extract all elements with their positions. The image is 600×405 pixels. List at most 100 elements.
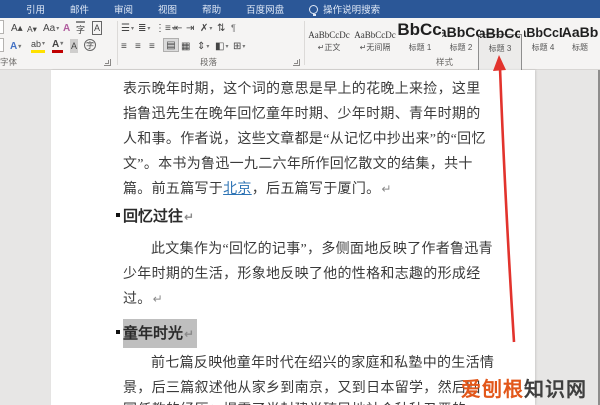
- font-size-box-partial[interactable]: [0, 20, 4, 34]
- heading-bullet: [116, 213, 120, 217]
- body-line: 指鲁迅先生在晚年回忆童年时期、少年时期、青年时期的: [123, 107, 481, 122]
- shrink-font-button[interactable]: A▾: [27, 22, 37, 36]
- align-center-button[interactable]: ≡: [135, 39, 141, 53]
- left-cut-control[interactable]: [0, 38, 4, 52]
- paragraph-mark: ↵: [152, 292, 163, 306]
- tab-references[interactable]: 引用: [26, 2, 45, 16]
- style-label: 标题 2: [449, 43, 473, 52]
- ribbon-tab-bar: 引用 邮件 审阅 视图 帮助 百度网盘 操作说明搜索: [0, 0, 600, 18]
- style-label: ↵正文: [317, 43, 341, 52]
- show-formatting-marks-button[interactable]: ¶: [231, 21, 236, 35]
- grow-font-button[interactable]: A▴: [11, 21, 23, 35]
- style-preview: AaBb: [562, 24, 598, 40]
- body-line: 文”。本书为鲁迅一九二六年所作回忆散文的结集，共十: [123, 157, 473, 172]
- body-text: 篇。前五篇写于: [123, 182, 224, 197]
- paragraph-mark: ↵: [184, 210, 195, 224]
- tab-help[interactable]: 帮助: [202, 2, 221, 16]
- align-right-button[interactable]: ≡: [149, 39, 155, 53]
- numbering-button[interactable]: ≣ ▾: [138, 21, 150, 35]
- sort-button[interactable]: ⇅: [217, 21, 225, 35]
- enclose-characters-button[interactable]: 字: [84, 39, 96, 51]
- body-line: 此文集作为“回忆的记事”，多侧面地反映了作者鲁迅青: [151, 242, 493, 257]
- body-line: 人和事。作者说，这些文章都是“从记忆中抄出来”的“回忆: [123, 132, 486, 147]
- group-divider: [117, 21, 118, 65]
- justify-button[interactable]: ▤: [163, 38, 179, 52]
- pinyin-guide-button[interactable]: 字: [76, 21, 86, 35]
- paragraph-mark: ↵: [381, 182, 392, 196]
- style-label: 标题 4: [531, 43, 555, 52]
- style-heading-1[interactable]: AaBbCcDd 标题 1: [398, 18, 442, 54]
- word-window: 引用 邮件 审阅 视图 帮助 百度网盘 操作说明搜索 A▴ A▾ Aa ▾ A 字…: [0, 0, 600, 405]
- bullets-button[interactable]: ☰ ▾: [121, 21, 134, 35]
- borders-button[interactable]: ⊞ ▾: [233, 39, 245, 53]
- tab-review[interactable]: 审阅: [114, 2, 133, 16]
- lightbulb-icon: [309, 4, 319, 16]
- style-preview: AaBbCcDc: [308, 30, 350, 40]
- asian-layout-button[interactable]: ✗ ▾: [200, 21, 212, 35]
- style-heading-4[interactable]: AaBbCcDd 标题 4: [524, 18, 562, 54]
- body-line-clipped: 国任教的经历；揭露了半封建半殖民地社会种种丑恶的: [123, 399, 466, 405]
- body-line: 过。↵: [123, 292, 163, 307]
- group-divider: [304, 21, 305, 65]
- chevron-down-icon: ▾: [60, 41, 64, 47]
- increase-indent-button[interactable]: ⇥: [186, 21, 194, 35]
- paragraph-mark: ↵: [184, 327, 195, 341]
- character-shading-button[interactable]: A: [70, 39, 79, 53]
- font-dialog-launcher[interactable]: [104, 59, 111, 66]
- tab-view[interactable]: 视图: [158, 2, 177, 16]
- multilevel-list-button[interactable]: ⋮≡ ▾: [155, 21, 175, 35]
- distributed-button[interactable]: ▦: [181, 39, 190, 53]
- ribbon: A▴ A▾ Aa ▾ A 字 A A ▾ ab ▾ A ▾ A 字 字体 ☰ ▾ ≣ ▾ ⋮…: [0, 18, 600, 72]
- style-preview: AaBbCcDd: [398, 20, 442, 39]
- tab-mailings[interactable]: 邮件: [70, 2, 89, 16]
- style-preview: AaBbCcDc: [354, 30, 396, 40]
- style-preview: AaBbCcDd: [524, 26, 562, 40]
- decrease-indent-button[interactable]: ⇤: [174, 21, 182, 35]
- style-heading-2[interactable]: AaBbCcD 标题 2: [442, 18, 480, 54]
- style-preview: AaBbCcD: [480, 25, 520, 41]
- tab-baidu-netdisk[interactable]: 百度网盘: [246, 2, 284, 16]
- font-color-button[interactable]: A ▾: [52, 39, 64, 53]
- chevron-down-icon: ▾: [18, 43, 22, 50]
- text-effects-button[interactable]: A ▾: [10, 39, 21, 53]
- font-group-label: 字体: [0, 57, 18, 67]
- tell-me-label: 操作说明搜索: [323, 5, 381, 16]
- style-normal[interactable]: AaBbCcDc ↵正文: [306, 18, 352, 54]
- beijing-link[interactable]: 北京: [223, 182, 252, 197]
- clear-format-button[interactable]: A: [63, 21, 70, 35]
- watermark-brand: 爱刨根: [461, 379, 524, 401]
- align-left-button[interactable]: ≡: [121, 39, 127, 53]
- body-line: 篇。前五篇写于北京，后五篇写于厦门。↵: [123, 178, 392, 198]
- style-heading-5[interactable]: AaBb 标题: [562, 18, 598, 54]
- body-line: 前七篇反映他童年时代在绍兴的家庭和私塾中的生活情: [151, 356, 495, 371]
- chevron-down-icon: ▾: [56, 25, 60, 32]
- body-text: ，后五篇写于厦门。: [251, 182, 381, 197]
- watermark-suffix: 知识网: [524, 379, 587, 401]
- style-no-spacing[interactable]: AaBbCcDc ↵无间隔: [352, 18, 398, 54]
- character-border-button[interactable]: A: [92, 21, 103, 35]
- document-area[interactable]: 表示晚年时期，这个词的意思是早上的花晚上来捡，这里 指鲁迅先生在晚年回忆童年时期…: [0, 70, 600, 405]
- selection-highlight: 童年时光↵: [123, 319, 198, 348]
- highlight-color-button[interactable]: ab ▾: [31, 39, 46, 53]
- style-label: 标题 1: [408, 43, 432, 52]
- paragraph-group-label: 段落: [200, 57, 218, 67]
- tell-me-search[interactable]: 操作说明搜索: [309, 2, 380, 16]
- heading-bullet: [116, 330, 120, 334]
- style-heading-3[interactable]: AaBbCcD 标题 3: [480, 19, 520, 55]
- heading-1: 回忆过往↵: [123, 208, 195, 225]
- shading-button[interactable]: ◧ ▾: [215, 39, 228, 53]
- styles-group-label: 样式: [436, 57, 454, 67]
- heading-2-selected: 童年时光↵: [123, 319, 198, 348]
- style-label: 标题: [572, 43, 588, 52]
- style-label: ↵无间隔: [359, 43, 391, 52]
- change-case-button[interactable]: Aa ▾: [43, 21, 59, 35]
- chevron-down-icon: ▾: [42, 41, 46, 47]
- line-spacing-button[interactable]: ⇕ ▾: [197, 39, 209, 53]
- paragraph-dialog-launcher[interactable]: [293, 59, 300, 66]
- body-line: 少年时期的生活，形象地反映了他的性格和志趣的形成经: [123, 267, 481, 282]
- watermark: 爱刨根知识网: [461, 373, 587, 402]
- style-label: 标题 3: [488, 44, 512, 53]
- style-preview: AaBbCcD: [442, 24, 480, 40]
- body-line: 景，后三篇叙述他从家乡到南京，又到日本留学，然后回: [123, 381, 481, 396]
- body-line: 表示晚年时期，这个词的意思是早上的花晚上来捡，这里: [123, 82, 481, 97]
